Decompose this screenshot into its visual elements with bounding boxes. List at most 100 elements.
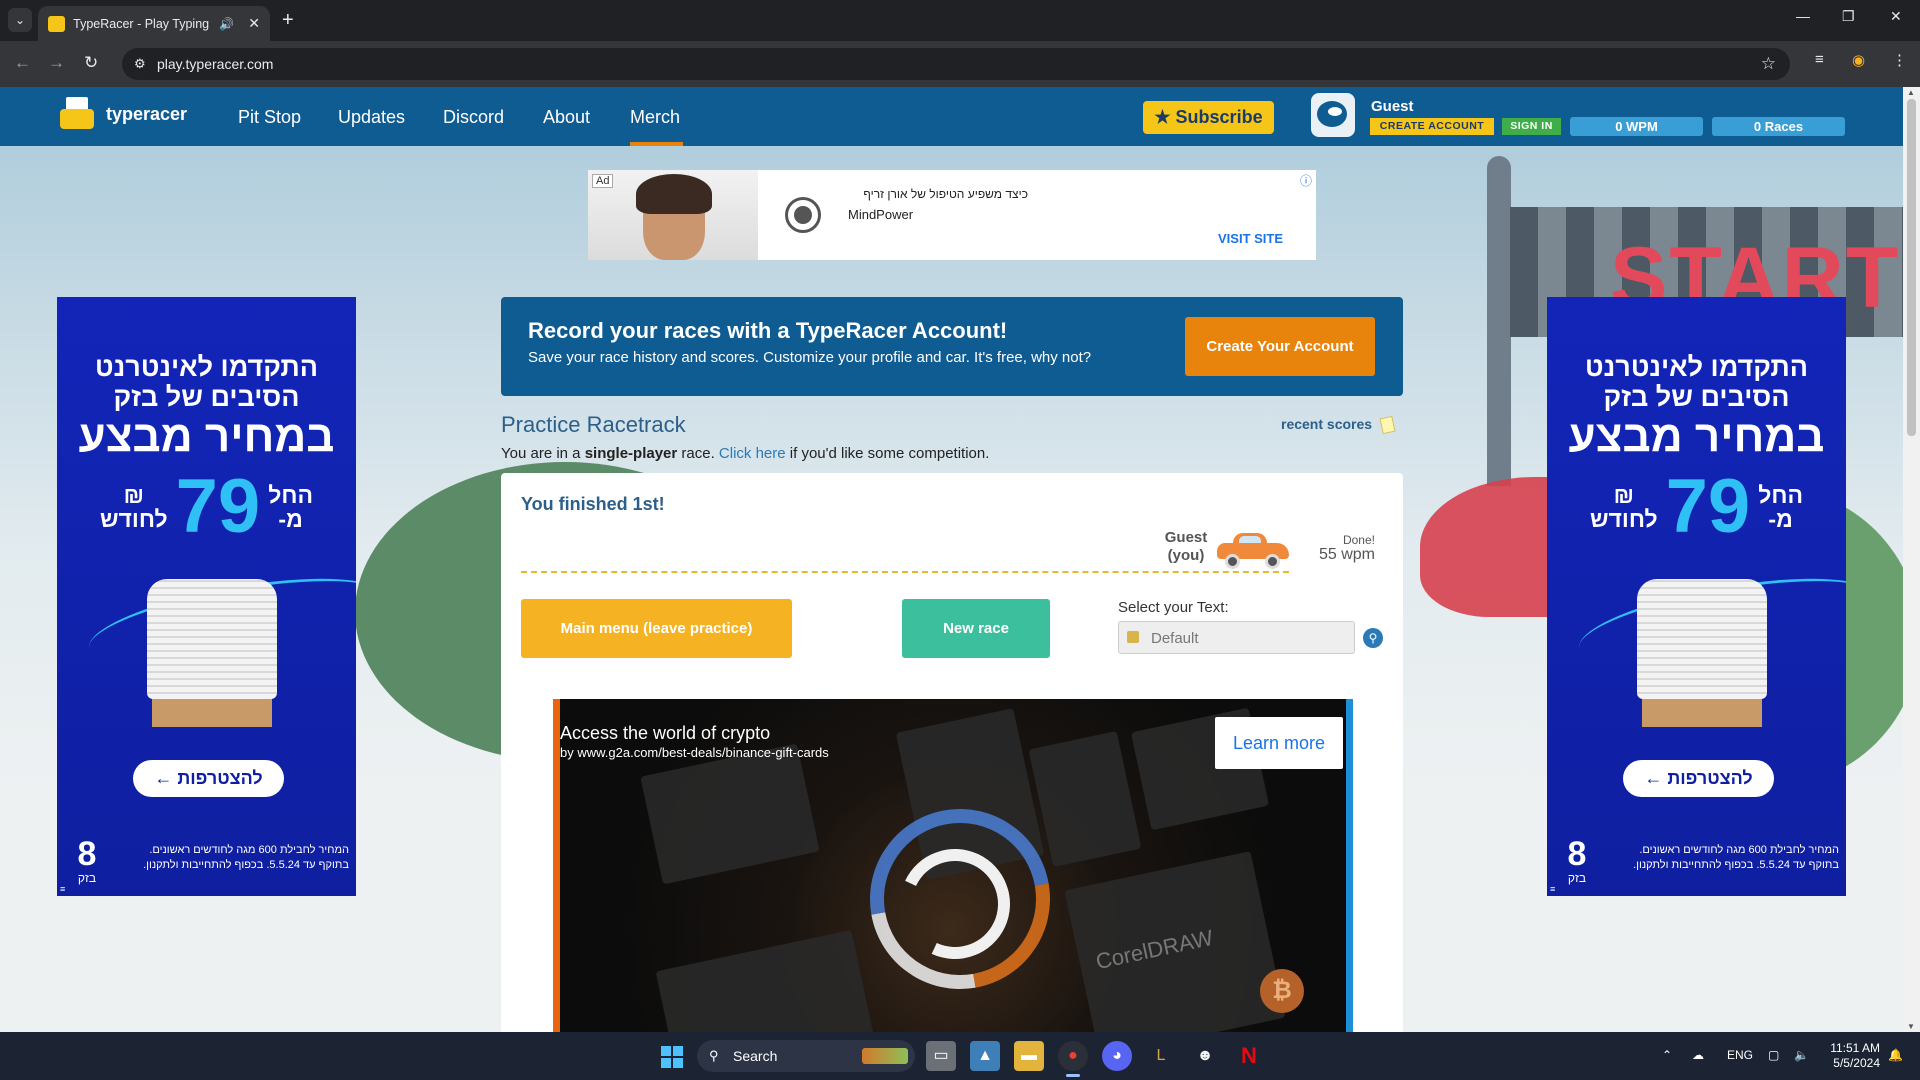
visit-site-button[interactable]: VISIT SITE (1218, 231, 1283, 246)
nav-pit-stop[interactable]: Pit Stop (238, 107, 301, 128)
game-app-icon[interactable]: ☻ (1190, 1041, 1220, 1071)
window-close-icon[interactable]: ✕ (1890, 8, 1902, 25)
bookmark-star-icon[interactable]: ☆ (1761, 54, 1776, 74)
reload-icon[interactable]: ↻ (84, 53, 98, 73)
typeracer-logo[interactable]: typeracer (58, 97, 187, 131)
ad-price-number: 79 (175, 464, 261, 549)
close-tab-icon[interactable]: ✕ (248, 15, 260, 32)
notification-bell-icon[interactable]: 🔔 (1888, 1048, 1903, 1062)
windows-taskbar: ⚲ Search ▭ ▲ ▬ ● ◕ L ☻ N ⌃ ☁ ENG ▢ 🔈 11:… (0, 1032, 1920, 1080)
main-menu-button[interactable]: Main menu (leave practice) (521, 599, 792, 658)
ad-choices-icon[interactable]: ≡ (1550, 884, 1555, 894)
chrome-icon[interactable]: ● (1058, 1041, 1088, 1071)
task-view-icon[interactable]: ▭ (926, 1041, 956, 1071)
restore-icon[interactable]: ❐ (1842, 8, 1855, 25)
bitcoin-icon: ₿ (1260, 969, 1304, 1013)
create-account-button[interactable]: CREATE ACCOUNT (1370, 118, 1494, 135)
onedrive-cloud-icon[interactable]: ☁ (1692, 1048, 1704, 1062)
ad-headline: הסיבים של בזק (1603, 382, 1790, 412)
nav-about[interactable]: About (543, 107, 590, 128)
nav-discord[interactable]: Discord (443, 107, 504, 128)
speaker-icon[interactable]: 🔊 (219, 17, 234, 31)
taskbar-clock[interactable]: 11:51 AM 5/5/2024 (1826, 1041, 1880, 1071)
typewriter-logo-icon (58, 97, 96, 131)
search-icon: ⚲ (709, 1048, 719, 1063)
minimize-icon[interactable]: — (1796, 8, 1810, 24)
language-indicator[interactable]: ENG (1727, 1048, 1753, 1062)
address-bar[interactable]: ⚙ play.typeracer.com ☆ (122, 48, 1790, 80)
ad-join-button[interactable]: להצטרפות ← (133, 760, 284, 797)
network-icon[interactable]: ▢ (1768, 1048, 1779, 1062)
site-info-icon[interactable]: ⚙ (134, 56, 146, 72)
race-status: Done! (1342, 533, 1375, 547)
create-your-account-button[interactable]: Create Your Account (1185, 317, 1375, 376)
photos-app-icon[interactable]: ▲ (970, 1041, 1000, 1071)
new-race-button[interactable]: New race (902, 599, 1050, 658)
scrollbar-thumb[interactable] (1907, 99, 1916, 436)
nav-updates[interactable]: Updates (338, 107, 405, 128)
promo-subtitle: Save your race history and scores. Custo… (528, 349, 1092, 366)
search-text-icon[interactable]: ⚲ (1363, 628, 1383, 648)
page-title: Practice Racetrack (501, 412, 686, 437)
ad-choices-icon[interactable]: ≡ (60, 884, 65, 894)
sign-in-button[interactable]: SIGN IN (1502, 118, 1561, 135)
bezeq-logo-name: בזק (77, 871, 97, 885)
media-queue-icon[interactable]: ≡ (1815, 51, 1824, 68)
ad-photo (588, 170, 758, 260)
extension-coin-icon[interactable]: ◉ (1852, 51, 1865, 69)
globe-icon (785, 197, 821, 233)
nav-merch[interactable]: Merch (630, 107, 680, 128)
browser-tab[interactable]: TypeRacer - Play Typing Ga 🔊 ✕ (38, 6, 270, 41)
bezeq-logo: 8 בזק (1555, 837, 1599, 887)
search-highlight-art (862, 1048, 908, 1064)
racer-name: Guest (you) (1164, 529, 1208, 564)
new-tab-plus-icon[interactable]: + (282, 9, 294, 32)
learn-more-button[interactable]: Learn more (1215, 717, 1343, 769)
tray-chevron-up-icon[interactable]: ⌃ (1662, 1048, 1672, 1062)
left-side-ad[interactable]: התקדמו לאינטרנט הסיבים של בזק במחיר מבצע… (57, 297, 356, 896)
ad-price: החל מ- 79 ₪ לחודש (57, 469, 356, 545)
ad-join-button[interactable]: להצטרפות ← (1623, 760, 1774, 797)
text-select-input[interactable]: Default (1118, 621, 1355, 654)
file-explorer-icon[interactable]: ▬ (1014, 1041, 1044, 1071)
bezeq-logo-mark: 8 (1567, 835, 1587, 873)
ad-title[interactable]: כיצד משפיע הטיפול של אורן זריף (848, 187, 1028, 201)
subscribe-button[interactable]: ★ Subscribe (1143, 101, 1274, 134)
volume-icon[interactable]: 🔈 (1794, 1048, 1809, 1062)
forward-arrow-icon[interactable]: → (48, 53, 65, 73)
league-of-legends-icon[interactable]: L (1146, 1041, 1176, 1071)
right-side-ad[interactable]: התקדמו לאינטרנט הסיבים של בזק במחיר מבצע… (1547, 297, 1846, 896)
races-stat: 0 Races (1712, 117, 1845, 136)
discord-icon[interactable]: ◕ (1102, 1041, 1132, 1071)
ad-info-icon[interactable]: ⓘ (1300, 172, 1312, 189)
select-text-label: Select your Text: (1118, 599, 1229, 616)
ad-headline[interactable]: Access the world of crypto (560, 723, 770, 744)
ad-price: החל מ- 79 ₪ לחודש (1547, 469, 1846, 545)
tab-title: TypeRacer - Play Typing Ga (73, 16, 211, 31)
crypto-video-ad[interactable]: CorelDRAW ₿ Access the world of crypto b… (553, 699, 1353, 1032)
url-text[interactable]: play.typeracer.com (157, 56, 273, 72)
ad-headline: הסיבים של בזק (113, 382, 300, 412)
tab-list-chevron-icon[interactable]: ⌄ (8, 8, 32, 32)
windows-start-icon[interactable] (661, 1046, 683, 1068)
taskbar-search[interactable]: ⚲ Search (697, 1040, 915, 1072)
ad-byline[interactable]: by www.g2a.com/best-deals/binance-gift-c… (560, 745, 829, 760)
notepad-icon[interactable] (1379, 415, 1396, 435)
competition-link[interactable]: Click here (719, 445, 786, 462)
recent-scores-link[interactable]: recent scores (1281, 416, 1372, 432)
browser-menu-icon[interactable]: ⋮ (1892, 51, 1907, 69)
top-banner-ad[interactable]: Ad כיצד משפיע הטיפול של אורן זריף MindPo… (588, 170, 1316, 260)
ad-label: Ad (592, 174, 614, 188)
race-panel: You finished 1st! Guest (you) Done! 55 w… (501, 473, 1403, 1032)
guest-avatar[interactable] (1311, 93, 1355, 137)
page-scrollbar[interactable]: ▲ ▼ (1903, 87, 1920, 1032)
web-page: START typeracer Pit Stop Updates Discord… (0, 87, 1903, 1032)
scroll-up-arrow-icon[interactable]: ▲ (1907, 88, 1915, 97)
taskbar-search-placeholder: Search (733, 1048, 778, 1064)
bezeq-logo: 8 בזק (65, 837, 109, 887)
ad-headline: במחיר מבצע (78, 412, 335, 461)
netflix-icon[interactable]: N (1234, 1041, 1264, 1071)
scroll-down-arrow-icon[interactable]: ▼ (1907, 1022, 1915, 1031)
ad-brand[interactable]: MindPower (848, 207, 913, 222)
back-arrow-icon[interactable]: ← (14, 53, 31, 73)
